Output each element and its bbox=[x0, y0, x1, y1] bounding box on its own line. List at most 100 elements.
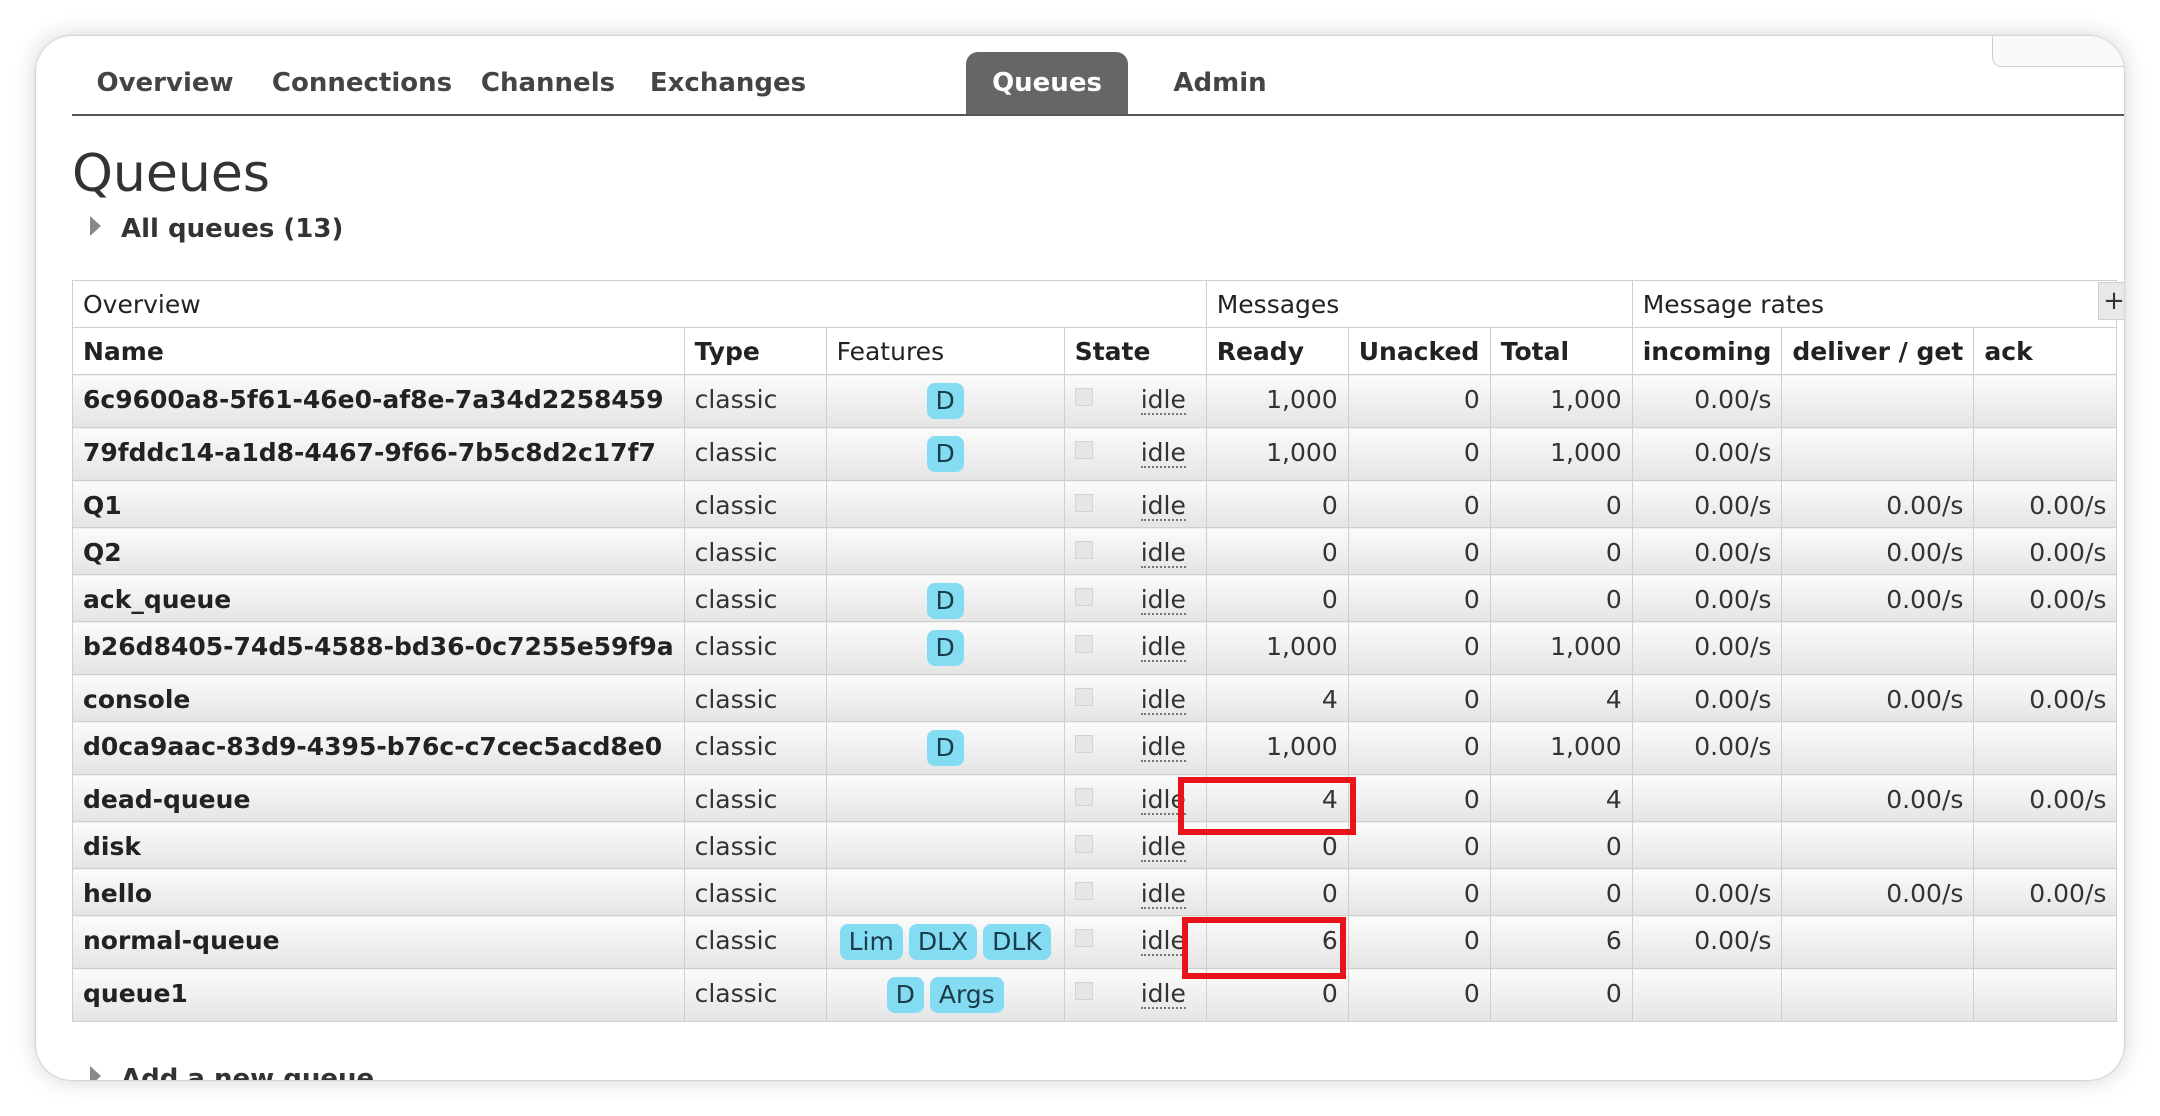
state-label: idle bbox=[1140, 832, 1186, 862]
feature-badge: D bbox=[926, 383, 964, 419]
deliver-get-cell bbox=[1781, 821, 1975, 869]
type-cell: classic bbox=[683, 774, 827, 822]
queue-name-link[interactable]: 79fddc14-a1d8-4467-9f66-7b5c8d2c17f7 bbox=[72, 427, 685, 481]
table-row[interactable]: disk classic idle 0 0 0 bbox=[72, 821, 2118, 869]
add-queue-label: Add a new queue bbox=[121, 1064, 375, 1080]
feature-badge: DLX bbox=[908, 924, 978, 960]
ack-cell: 0.00/s bbox=[1973, 574, 2118, 622]
queues-table: Overview Messages Message rates Name Typ… bbox=[72, 280, 2118, 1022]
table-row[interactable]: Q2 classic idle 0 0 0 0.00/s 0.00/s 0.00/s bbox=[72, 527, 2118, 575]
queue-name-link[interactable]: d0ca9aac-83d9-4395-b76c-c7cec5acd8e0 bbox=[72, 721, 685, 775]
ack-cell: 0.00/s bbox=[1973, 527, 2118, 575]
queue-name-link[interactable]: queue1 bbox=[72, 968, 685, 1022]
ready-cell: 1,000 bbox=[1205, 374, 1349, 428]
queue-name-link[interactable]: disk bbox=[72, 821, 685, 869]
feature-badge: D bbox=[926, 436, 964, 472]
queue-name-link[interactable]: normal-queue bbox=[72, 915, 685, 969]
feature-badge: Lim bbox=[839, 924, 903, 960]
state-indicator-icon bbox=[1074, 541, 1093, 559]
col-unacked[interactable]: Unacked bbox=[1347, 327, 1491, 375]
unacked-cell: 0 bbox=[1347, 868, 1491, 916]
col-name[interactable]: Name bbox=[72, 327, 685, 375]
total-cell: 0 bbox=[1489, 480, 1633, 528]
table-row[interactable]: 79fddc14-a1d8-4467-9f66-7b5c8d2c17f7 clas… bbox=[72, 427, 2118, 481]
main-nav: Overview Connections Channels Exchanges … bbox=[72, 44, 2124, 116]
group-header-messages: Messages bbox=[1205, 280, 1633, 328]
state-cell: idle bbox=[1063, 868, 1207, 916]
col-type[interactable]: Type bbox=[683, 327, 827, 375]
state-indicator-icon bbox=[1074, 388, 1093, 406]
total-cell: 0 bbox=[1489, 574, 1633, 622]
ready-cell: 4 bbox=[1205, 774, 1349, 822]
ready-cell: 4 bbox=[1205, 674, 1349, 722]
deliver-get-cell bbox=[1781, 621, 1975, 675]
ready-cell: 1,000 bbox=[1205, 721, 1349, 775]
type-cell: classic bbox=[683, 821, 827, 869]
table-row[interactable]: dead-queue classic idle 4 0 4 0.00/s 0.00/s bbox=[72, 774, 2118, 822]
state-label: idle bbox=[1140, 979, 1186, 1009]
add-queue-toggle[interactable]: Add a new queue bbox=[90, 1064, 374, 1080]
type-cell: classic bbox=[683, 674, 827, 722]
type-cell: classic bbox=[683, 574, 827, 622]
table-row[interactable]: b26d8405-74d5-4588-bd36-0c7255e59f9a clas… bbox=[72, 621, 2118, 675]
queue-name-link[interactable]: Q1 bbox=[72, 480, 685, 528]
ready-cell: 1,000 bbox=[1205, 427, 1349, 481]
table-row[interactable]: ack_queue classic Didle 0 0 0 0.00/s 0.00/s 0.00… bbox=[72, 574, 2118, 622]
type-cell: classic bbox=[683, 374, 827, 428]
col-ready[interactable]: Ready bbox=[1205, 327, 1349, 375]
table-row[interactable]: console classic idle 4 0 4 0.00/s 0.00/s 0.00/s bbox=[72, 674, 2118, 722]
col-deliver-get[interactable]: deliver / get bbox=[1781, 327, 1975, 375]
state-cell: idle bbox=[1063, 574, 1207, 622]
unacked-cell: 0 bbox=[1347, 774, 1491, 822]
queue-name-link[interactable]: console bbox=[72, 674, 685, 722]
col-total[interactable]: Total bbox=[1489, 327, 1633, 375]
ack-cell bbox=[1973, 721, 2118, 775]
state-cell: idle bbox=[1063, 427, 1207, 481]
state-label: idle bbox=[1140, 632, 1186, 662]
incoming-cell: 0.00/s bbox=[1631, 574, 1783, 622]
queue-name-link[interactable]: b26d8405-74d5-4588-bd36-0c7255e59f9a bbox=[72, 621, 685, 675]
ack-cell: 0.00/s bbox=[1973, 674, 2118, 722]
tab-queues[interactable]: Queues bbox=[966, 52, 1128, 114]
state-cell: idle bbox=[1063, 968, 1207, 1022]
features-cell: D Args bbox=[825, 968, 1065, 1022]
ack-cell: 0.00/s bbox=[1973, 774, 2118, 822]
tab-admin[interactable]: Admin bbox=[1146, 52, 1294, 114]
features-cell bbox=[825, 868, 1065, 916]
queue-name-link[interactable]: Q2 bbox=[72, 527, 685, 575]
tab-exchanges[interactable]: Exchanges bbox=[630, 52, 826, 114]
col-ack[interactable]: ack bbox=[1973, 327, 2118, 375]
ack-cell: 0.00/s bbox=[1973, 480, 2118, 528]
type-cell: classic bbox=[683, 915, 827, 969]
table-row[interactable]: normal-queue classic Lim DLX DLK idle 6 0 6 0.00/… bbox=[72, 915, 2118, 969]
column-options-button[interactable]: + bbox=[2098, 282, 2124, 320]
state-indicator-icon bbox=[1074, 982, 1093, 1000]
table-row[interactable]: Q1 classic idle 0 0 0 0.00/s 0.00/s 0.00/s bbox=[72, 480, 2118, 528]
tab-connections[interactable]: Connections bbox=[258, 52, 466, 114]
queue-name-link[interactable]: ack_queue bbox=[72, 574, 685, 622]
table-row[interactable]: 6c9600a8-5f61-46e0-af8e-7a34d2258459 clas… bbox=[72, 374, 2118, 428]
all-queues-toggle[interactable]: All queues (13) bbox=[90, 214, 343, 244]
queue-name-link[interactable]: 6c9600a8-5f61-46e0-af8e-7a34d2258459 bbox=[72, 374, 685, 428]
table-row[interactable]: d0ca9aac-83d9-4395-b76c-c7cec5acd8e0 clas… bbox=[72, 721, 2118, 775]
ack-cell bbox=[1973, 968, 2118, 1022]
table-row[interactable]: hello classic idle 0 0 0 0.00/s 0.00/s 0.00/s bbox=[72, 868, 2118, 916]
queue-name-link[interactable]: dead-queue bbox=[72, 774, 685, 822]
total-cell: 1,000 bbox=[1489, 721, 1633, 775]
col-incoming[interactable]: incoming bbox=[1631, 327, 1783, 375]
col-state[interactable]: State bbox=[1063, 327, 1207, 375]
ready-cell: 0 bbox=[1205, 527, 1349, 575]
tab-channels[interactable]: Channels bbox=[466, 52, 630, 114]
type-cell: classic bbox=[683, 527, 827, 575]
unacked-cell: 0 bbox=[1347, 968, 1491, 1022]
group-header-message-rates: Message rates bbox=[1631, 280, 2118, 328]
queue-name-link[interactable]: hello bbox=[72, 868, 685, 916]
type-cell: classic bbox=[683, 480, 827, 528]
incoming-cell: 0.00/s bbox=[1631, 427, 1783, 481]
feature-badge: D bbox=[926, 630, 964, 666]
tab-overview[interactable]: Overview bbox=[72, 52, 258, 114]
table-row[interactable]: queue1 classic D Args idle 0 0 0 bbox=[72, 968, 2118, 1022]
state-indicator-icon bbox=[1074, 788, 1093, 806]
state-label: idle bbox=[1140, 491, 1186, 521]
incoming-cell bbox=[1631, 774, 1783, 822]
